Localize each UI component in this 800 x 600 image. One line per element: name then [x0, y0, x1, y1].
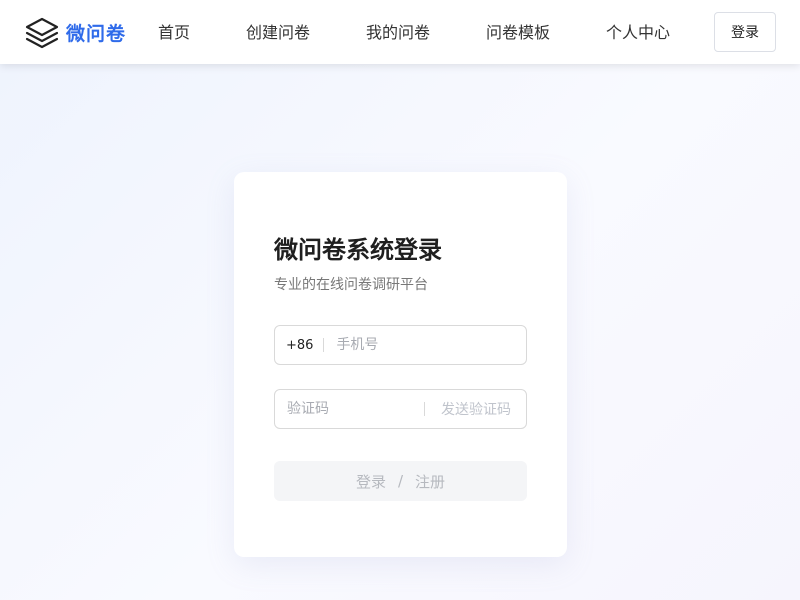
- verification-code-input[interactable]: [287, 390, 417, 428]
- top-navbar: 微问卷 首页 创建问卷 我的问卷 问卷模板 个人中心 登录: [0, 0, 800, 64]
- login-register-button[interactable]: 登录 / 注册: [274, 461, 527, 501]
- nav-survey-templates[interactable]: 问卷模板: [486, 20, 550, 46]
- brand-name: 微问卷: [66, 22, 127, 45]
- nav-create-survey[interactable]: 创建问卷: [246, 20, 310, 46]
- login-title: 微问卷系统登录: [274, 236, 442, 264]
- phone-field: +86: [274, 325, 527, 365]
- login-card: 微问卷系统登录 专业的在线问卷调研平台 +86 发送验证码 登录 / 注册: [234, 172, 567, 557]
- brand-logo[interactable]: 微问卷: [24, 14, 126, 50]
- nav-user-center[interactable]: 个人中心: [606, 20, 670, 46]
- send-code-button[interactable]: 发送验证码: [441, 399, 511, 419]
- code-divider: [424, 402, 425, 416]
- submit-register-label: 注册: [415, 472, 446, 491]
- prefix-divider: [323, 338, 325, 352]
- nav-home[interactable]: 首页: [158, 20, 190, 46]
- login-subtitle: 专业的在线问卷调研平台: [274, 277, 428, 293]
- country-code-prefix: +86: [286, 337, 314, 353]
- submit-separator: /: [397, 472, 404, 490]
- nav-my-surveys[interactable]: 我的问卷: [366, 20, 430, 46]
- header-login-button[interactable]: 登录: [714, 12, 776, 52]
- layers-icon: [25, 17, 59, 49]
- verification-code-field: 发送验证码: [274, 389, 527, 429]
- phone-input[interactable]: [336, 326, 507, 364]
- submit-login-label: 登录: [355, 472, 386, 491]
